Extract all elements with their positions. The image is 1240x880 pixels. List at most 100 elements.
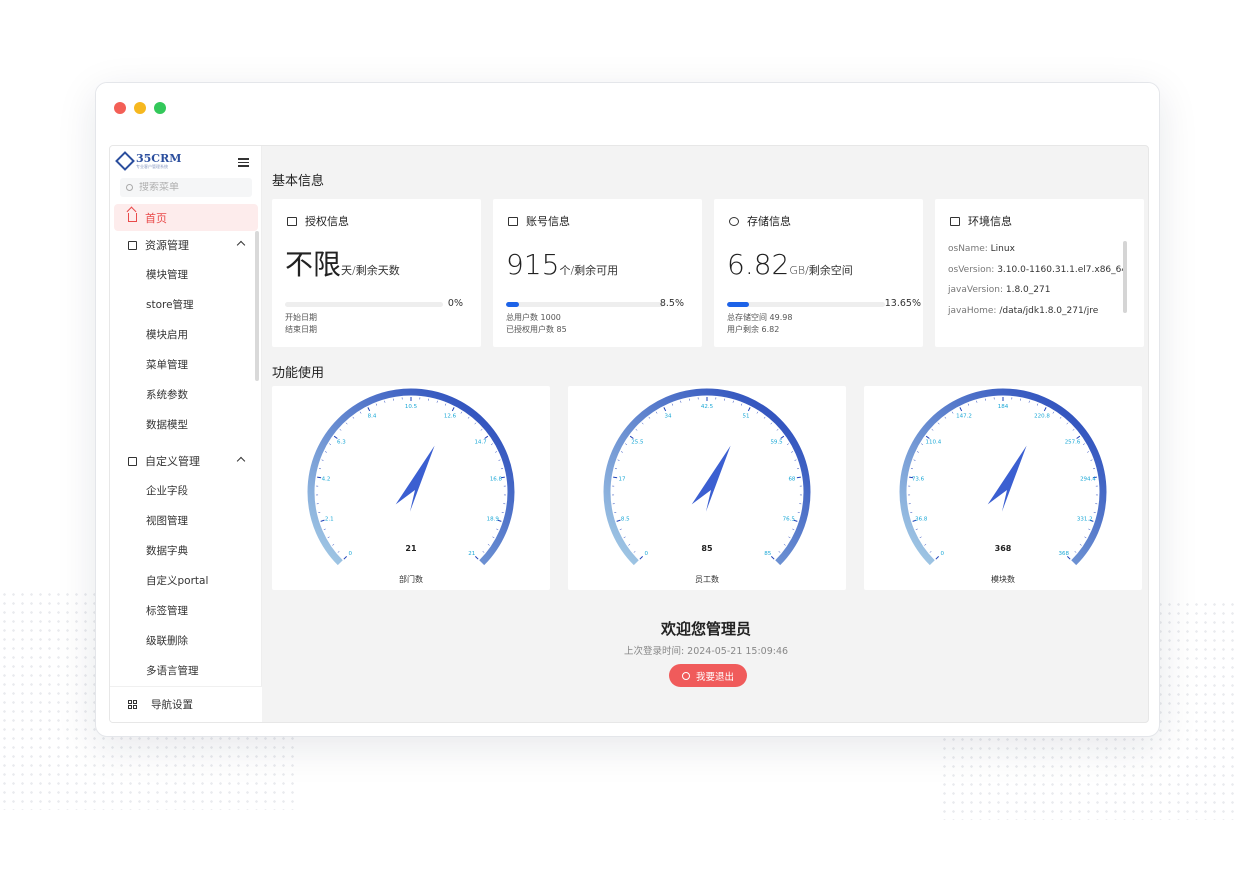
account-percent: 8.5%	[659, 298, 684, 309]
gauge-card-employees: 0 8.5 17 25.5 34 42.5 51 59.5 68 76.5 85 85 员工数	[568, 386, 846, 590]
license-end-date: 结束日期	[285, 325, 317, 334]
env-row-javahome: javaHome: /data/jdk1.8.0_271/jre	[948, 306, 1099, 316]
gauge-tick	[1082, 443, 1085, 445]
sidebar-item-module-enable[interactable]: 模块启用	[146, 325, 188, 345]
laptop-icon	[508, 216, 518, 226]
gauge-tick	[919, 536, 922, 538]
sidebar-item-menu-mgmt[interactable]: 菜单管理	[146, 355, 188, 375]
gauge-tick	[495, 451, 498, 453]
gauge-needle	[395, 445, 435, 512]
app-frame: 35CRM 专业客户管理系统 首页 资源管理 模块管理 store管理 模块启用	[109, 145, 1149, 723]
logo-icon	[115, 151, 135, 171]
gauge-tick	[935, 555, 940, 560]
license-start-date: 开始日期	[285, 313, 317, 322]
gauge-tick-label: 68	[788, 477, 795, 483]
menu-search-input[interactable]	[139, 182, 244, 193]
gauge-tick	[1088, 528, 1091, 530]
gauge-tick	[937, 422, 940, 425]
logout-button[interactable]: 我要退出	[669, 664, 747, 687]
gauge-tick	[451, 407, 455, 412]
sidebar-item-tag-mgmt[interactable]: 标签管理	[146, 601, 188, 621]
gauge-tick	[776, 428, 779, 431]
license-percent: 0%	[447, 298, 463, 309]
card-header: 授权信息	[287, 213, 349, 229]
menu-collapse-icon[interactable]	[238, 158, 249, 167]
folder-icon	[950, 216, 960, 226]
cloud-upload-icon	[729, 216, 739, 226]
sidebar-item-store-mgmt[interactable]: store管理	[146, 295, 194, 315]
storage-unit: GB/剩余空间	[789, 264, 853, 277]
sidebar-item-home[interactable]: 首页	[114, 204, 258, 231]
sidebar-item-i18n-mgmt[interactable]: 多语言管理	[146, 661, 199, 681]
env-scrollbar[interactable]	[1123, 241, 1127, 313]
gauge-tick	[617, 459, 620, 461]
gauge-tick	[944, 416, 947, 419]
gauge-tick	[1076, 435, 1081, 439]
gauge-tick-label: 51	[743, 413, 750, 419]
sidebar-scrollbar[interactable]	[255, 231, 259, 381]
gauge-tick	[635, 428, 638, 431]
gauge-card-departments: 0 2.1 4.2 6.3 8.4 10.5 12.6 14.7 16.8 18.9 21 21 部门…	[272, 386, 550, 590]
gauge-label: 部门数	[399, 575, 423, 584]
menu-search[interactable]	[120, 178, 252, 197]
sidebar-item-module-mgmt[interactable]: 模块管理	[146, 265, 188, 285]
gauge-tick-label: 8.5	[621, 517, 630, 523]
sidebar-group-resource[interactable]: 资源管理	[114, 232, 258, 258]
license-value: 不限天/剩余天数	[285, 248, 400, 281]
gauge-tick	[467, 416, 470, 419]
license-card: 授权信息 不限天/剩余天数 0% 开始日期 结束日期	[272, 199, 481, 347]
gauge-tick	[337, 551, 340, 553]
gauge-tick	[482, 551, 485, 553]
apps-icon	[128, 700, 137, 709]
maximize-window-button[interactable]	[154, 102, 166, 114]
minimize-window-button[interactable]	[134, 102, 146, 114]
account-unit: 个/剩余可用	[559, 264, 619, 277]
gauge-tick	[620, 451, 623, 453]
storage-remaining: 用户剩余 6.82	[727, 325, 780, 334]
sidebar-group-custom[interactable]: 自定义管理	[114, 448, 258, 474]
grid-icon	[128, 240, 137, 250]
gauge-tick	[783, 544, 786, 546]
sidebar-item-data-model[interactable]: 数据模型	[146, 415, 188, 435]
gauge-tick-label: 25.5	[631, 439, 644, 445]
gauge-tick	[732, 400, 734, 403]
gauge-label: 模块数	[991, 575, 1015, 584]
sidebar-item-cascade-delete[interactable]: 级联删除	[146, 631, 188, 651]
sidebar-item-label: 首页	[145, 211, 167, 225]
gauge-tick	[1066, 422, 1069, 425]
env-row-javaversion: javaVersion: 1.8.0_271	[948, 285, 1051, 295]
storage-value: 6.82GB/剩余空间	[727, 248, 853, 281]
gauge-tick	[976, 400, 978, 403]
card-title: 存储信息	[747, 215, 791, 228]
account-value: 915个/剩余可用	[506, 248, 619, 281]
sidebar-item-data-dict[interactable]: 数据字典	[146, 541, 188, 561]
sidebar-item-view-mgmt[interactable]: 视图管理	[146, 511, 188, 531]
gauge-tick-label: 220.8	[1034, 413, 1050, 419]
chevron-up-icon	[236, 240, 246, 250]
gauge-tick	[780, 435, 785, 439]
close-window-button[interactable]	[114, 102, 126, 114]
gauge-tick	[931, 428, 934, 431]
gauge-tick	[460, 411, 463, 414]
gauge-tick	[913, 459, 916, 461]
sidebar-item-enterprise-fields[interactable]: 企业字段	[146, 481, 188, 501]
gauge-tick	[680, 400, 682, 403]
gauge-tick	[916, 451, 919, 453]
main-content: 基本信息 授权信息 不限天/剩余天数 0% 开始日期 结束日期 账号信息 915…	[263, 146, 1148, 722]
nav-settings-button[interactable]: 导航设置	[110, 686, 262, 722]
card-title: 环境信息	[968, 215, 1012, 228]
sidebar-item-system-params[interactable]: 系统参数	[146, 385, 188, 405]
gauge-arc	[899, 388, 1107, 566]
gauge-tick	[794, 459, 797, 461]
gauge-tick-label: 147.2	[956, 413, 972, 419]
gauge-tick	[915, 528, 918, 530]
section-title-basic: 基本信息	[272, 174, 325, 189]
gauge-tick-label: 0	[644, 551, 648, 557]
gauge-tick	[741, 403, 743, 406]
license-progress-bar	[285, 302, 443, 307]
sidebar-item-custom-portal[interactable]: 自定义portal	[146, 571, 208, 591]
gauge-tick	[474, 422, 477, 425]
gauge-tick	[436, 400, 438, 403]
logo[interactable]: 35CRM 专业客户管理系统	[115, 151, 181, 171]
gauge-tick	[1037, 403, 1039, 406]
